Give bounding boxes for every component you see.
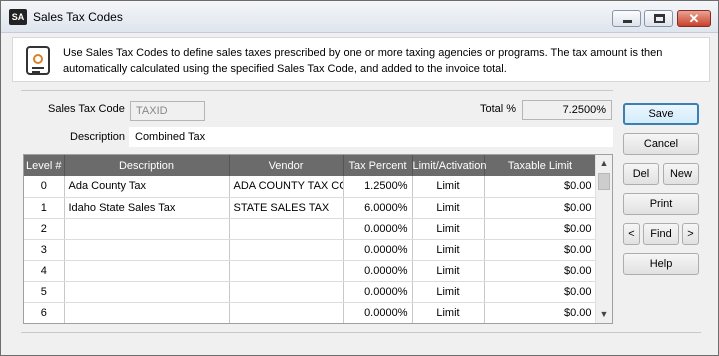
cell-vendor[interactable] — [229, 281, 344, 303]
table-row[interactable]: 6 0.0000% Limit $0.00 — [24, 302, 597, 323]
cell-tax-percent[interactable]: 0.0000% — [343, 302, 413, 323]
cell-tax-percent[interactable]: 0.0000% — [343, 281, 413, 303]
help-button[interactable]: Help — [623, 253, 699, 275]
cell-limit-activation[interactable]: Limit — [412, 239, 485, 261]
cell-level[interactable]: 2 — [24, 218, 65, 240]
cell-vendor[interactable] — [229, 239, 344, 261]
cell-description[interactable] — [64, 239, 230, 261]
cell-description[interactable] — [64, 281, 230, 303]
cell-limit-activation[interactable]: Limit — [412, 218, 485, 240]
description-label: Description — [70, 131, 126, 143]
grid-header-row: Level # Description Vendor Tax Percent L… — [24, 155, 597, 176]
col-header-tax-percent[interactable]: Tax Percent — [343, 155, 413, 176]
info-panel: Use Sales Tax Codes to define sales taxe… — [12, 37, 710, 82]
close-button[interactable]: ✕ — [677, 10, 711, 27]
cell-tax-percent[interactable]: 0.0000% — [343, 239, 413, 261]
cell-tax-percent[interactable]: 0.0000% — [343, 260, 413, 282]
tax-levels-grid[interactable]: Level # Description Vendor Tax Percent L… — [23, 154, 613, 324]
col-header-description[interactable]: Description — [64, 155, 230, 176]
total-percent-label: Total % — [480, 103, 517, 115]
next-button[interactable]: > — [682, 223, 699, 245]
app-icon: SA — [9, 9, 27, 25]
divider-bottom — [21, 332, 701, 333]
window-title: Sales Tax Codes — [33, 10, 123, 24]
sales-tax-codes-window: SA Sales Tax Codes ✕ Use Sales Tax Codes… — [0, 0, 719, 356]
table-row[interactable]: 2 0.0000% Limit $0.00 — [24, 218, 597, 240]
cell-level[interactable]: 6 — [24, 302, 65, 323]
cell-taxable-limit[interactable]: $0.00 — [484, 260, 597, 282]
cell-limit-activation[interactable]: Limit — [412, 176, 485, 198]
info-text: Use Sales Tax Codes to define sales taxe… — [63, 47, 663, 75]
sales-tax-code-field[interactable]: TAXID — [130, 101, 205, 121]
cell-description[interactable] — [64, 218, 230, 240]
cell-taxable-limit[interactable]: $0.00 — [484, 197, 597, 219]
document-seal-icon — [26, 46, 50, 75]
total-percent-field: 7.2500% — [522, 100, 612, 120]
cell-level[interactable]: 3 — [24, 239, 65, 261]
cell-taxable-limit[interactable]: $0.00 — [484, 218, 597, 240]
cell-level[interactable]: 4 — [24, 260, 65, 282]
table-row[interactable]: 0 Ada County Tax ADA COUNTY TAX CC 1.2500% L… — [24, 176, 597, 198]
cell-description[interactable] — [64, 260, 230, 282]
cell-taxable-limit[interactable]: $0.00 — [484, 239, 597, 261]
chevron-up-icon[interactable]: ▲ — [596, 155, 612, 172]
cell-level[interactable]: 0 — [24, 176, 65, 198]
divider-top — [21, 90, 613, 91]
find-button[interactable]: Find — [643, 223, 679, 245]
previous-button[interactable]: < — [623, 223, 640, 245]
grid-scrollbar[interactable]: ▲ ▼ — [595, 155, 612, 323]
minimize-icon — [623, 20, 632, 23]
col-header-taxable-limit[interactable]: Taxable Limit — [484, 155, 597, 176]
col-header-level[interactable]: Level # — [24, 155, 65, 176]
cell-vendor[interactable]: STATE SALES TAX — [229, 197, 344, 219]
description-field[interactable]: Combined Tax — [129, 127, 613, 147]
save-button[interactable]: Save — [623, 103, 699, 125]
cell-vendor[interactable] — [229, 302, 344, 323]
title-bar[interactable]: SA Sales Tax Codes ✕ — [1, 1, 718, 33]
table-row[interactable]: 4 0.0000% Limit $0.00 — [24, 260, 597, 282]
cell-taxable-limit[interactable]: $0.00 — [484, 176, 597, 198]
cell-tax-percent[interactable]: 0.0000% — [343, 218, 413, 240]
cell-description[interactable] — [64, 302, 230, 323]
chevron-down-icon[interactable]: ▼ — [596, 306, 612, 323]
cell-description[interactable]: Ada County Tax — [64, 176, 230, 198]
print-button[interactable]: Print — [623, 193, 699, 215]
cell-level[interactable]: 1 — [24, 197, 65, 219]
table-row[interactable]: 5 0.0000% Limit $0.00 — [24, 281, 597, 303]
cancel-button[interactable]: Cancel — [623, 133, 699, 155]
col-header-limit-activation[interactable]: Limit/Activation — [412, 155, 486, 176]
cell-vendor[interactable] — [229, 218, 344, 240]
table-row[interactable]: 1 Idaho State Sales Tax STATE SALES TAX 6.0… — [24, 197, 597, 219]
cell-taxable-limit[interactable]: $0.00 — [484, 281, 597, 303]
cell-vendor[interactable] — [229, 260, 344, 282]
cell-limit-activation[interactable]: Limit — [412, 302, 485, 323]
col-header-vendor[interactable]: Vendor — [229, 155, 344, 176]
cell-vendor[interactable]: ADA COUNTY TAX CC — [229, 176, 344, 198]
scroll-thumb[interactable] — [598, 173, 610, 190]
cell-description[interactable]: Idaho State Sales Tax — [64, 197, 230, 219]
cell-tax-percent[interactable]: 1.2500% — [343, 176, 413, 198]
cell-level[interactable]: 5 — [24, 281, 65, 303]
delete-button[interactable]: Del — [623, 163, 659, 185]
table-row[interactable]: 3 0.0000% Limit $0.00 — [24, 239, 597, 261]
cell-taxable-limit[interactable]: $0.00 — [484, 302, 597, 323]
close-icon: ✕ — [688, 11, 700, 26]
cell-limit-activation[interactable]: Limit — [412, 260, 485, 282]
maximize-icon — [654, 14, 665, 23]
cell-limit-activation[interactable]: Limit — [412, 281, 485, 303]
sales-tax-code-label: Sales Tax Code — [48, 103, 125, 115]
cell-limit-activation[interactable]: Limit — [412, 197, 485, 219]
maximize-button[interactable] — [644, 10, 673, 27]
new-button[interactable]: New — [663, 163, 699, 185]
minimize-button[interactable] — [612, 10, 641, 27]
cell-tax-percent[interactable]: 6.0000% — [343, 197, 413, 219]
